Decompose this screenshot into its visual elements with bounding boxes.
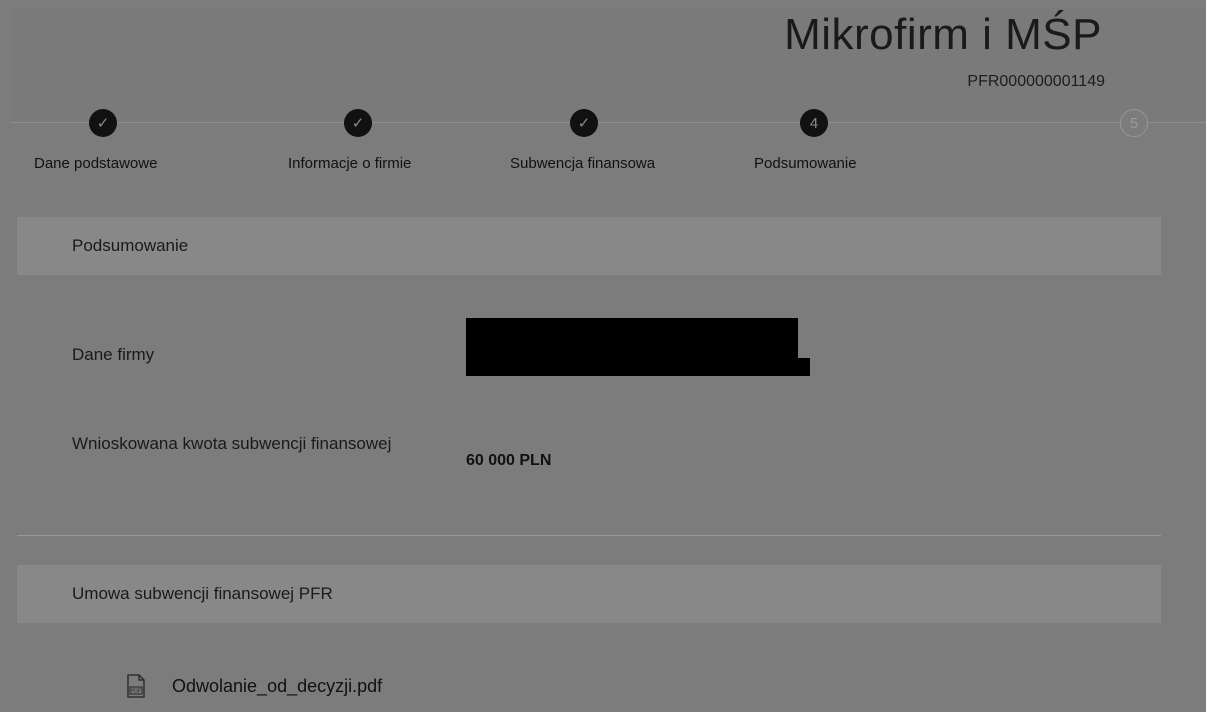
summary-section-header: Podsumowanie bbox=[17, 217, 1161, 275]
agreement-section-header: Umowa subwencji finansowej PFR bbox=[17, 565, 1161, 623]
step-2-label[interactable]: Informacje o firmie bbox=[288, 155, 411, 172]
step-4-label: Podsumowanie bbox=[754, 155, 857, 172]
step-4-current-marker: 4 bbox=[800, 109, 828, 137]
step-3-check-icon[interactable]: ✓ bbox=[570, 109, 598, 137]
step-3-label[interactable]: Subwencja finansowa bbox=[510, 155, 655, 172]
agreement-file-link[interactable]: Odwolanie_od_decyzji.pdf bbox=[172, 676, 382, 697]
svg-text:PDF: PDF bbox=[131, 689, 141, 695]
company-id-redacted bbox=[466, 358, 810, 376]
company-data-redacted bbox=[466, 318, 798, 360]
requested-amount-value: 60 000 PLN bbox=[466, 452, 552, 469]
agreement-file-row[interactable]: PDF Odwolanie_od_decyzji.pdf bbox=[126, 674, 382, 698]
pdf-file-icon: PDF bbox=[127, 674, 145, 698]
step-1-check-icon[interactable]: ✓ bbox=[89, 109, 117, 137]
step-2-check-icon[interactable]: ✓ bbox=[344, 109, 372, 137]
page-title: Mikrofirm i MŚP bbox=[784, 10, 1102, 59]
summary-heading: Podsumowanie bbox=[72, 236, 189, 255]
page: Mikrofirm i MŚP PFR000000001149 ✓ ✓ ✓ 4 … bbox=[0, 0, 1206, 712]
step-1-label[interactable]: Dane podstawowe bbox=[34, 155, 157, 172]
header: Mikrofirm i MŚP PFR000000001149 bbox=[10, 8, 1206, 123]
step-5-pending-marker: 5 bbox=[1120, 109, 1148, 137]
agreement-heading: Umowa subwencji finansowej PFR bbox=[72, 584, 333, 603]
application-reference-number: PFR000000001149 bbox=[967, 73, 1105, 90]
section-divider bbox=[17, 535, 1161, 536]
company-data-label: Dane firmy bbox=[72, 345, 155, 364]
requested-amount-label: Wnioskowana kwota subwencji finansowej bbox=[72, 434, 392, 453]
